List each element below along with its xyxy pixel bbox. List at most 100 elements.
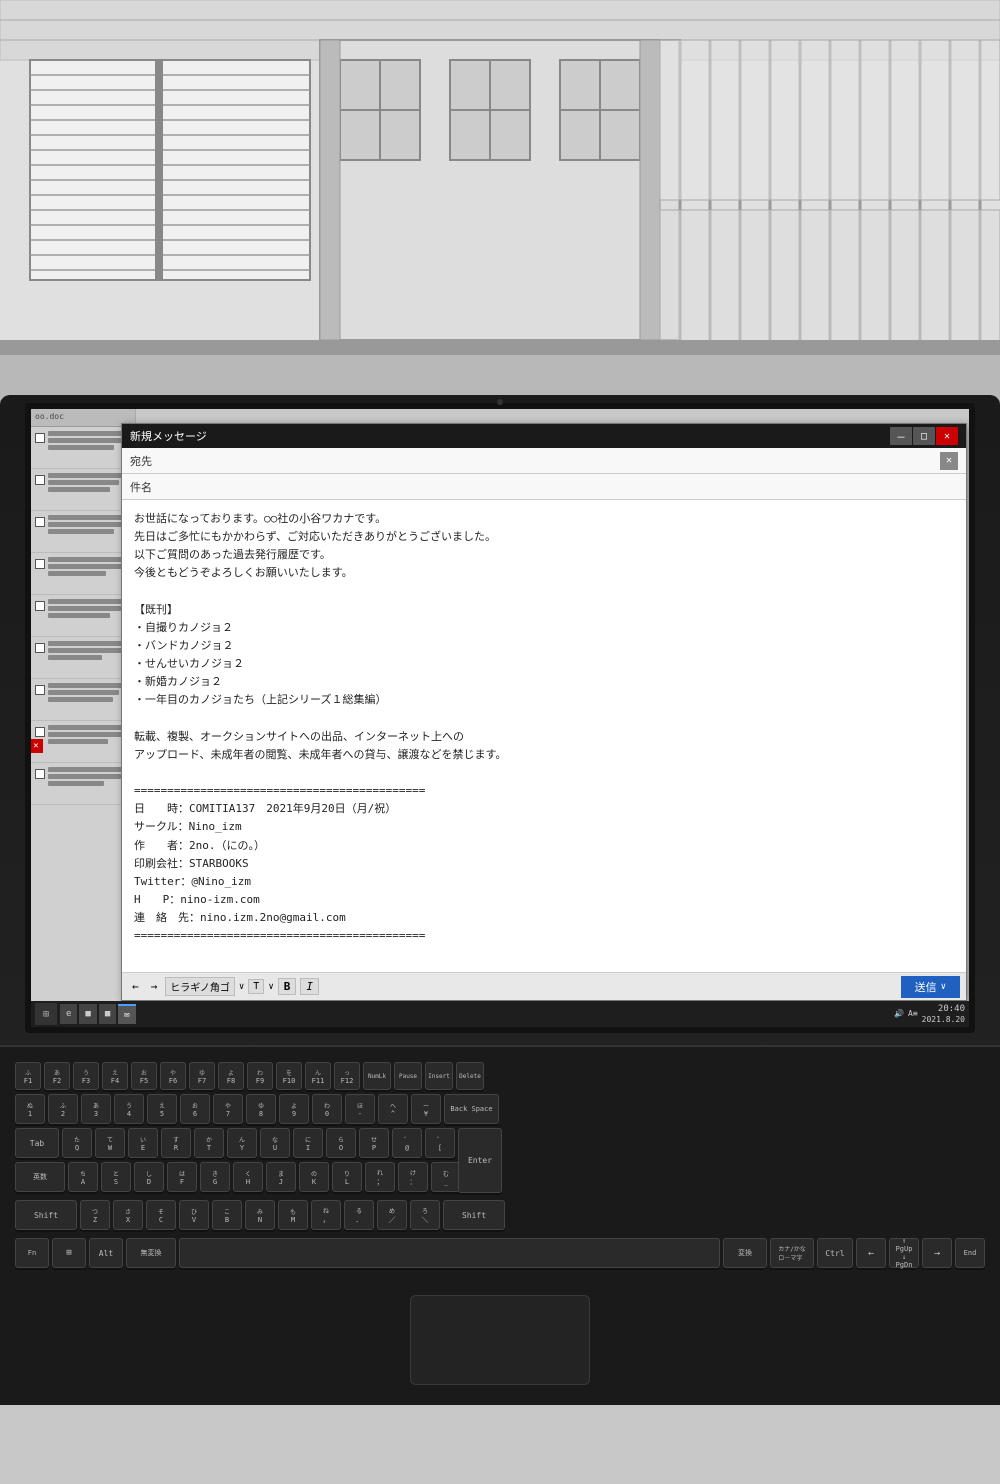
- font-dropdown-button[interactable]: ∨: [239, 982, 244, 992]
- key-y[interactable]: んY: [227, 1128, 257, 1158]
- key-henkan[interactable]: 変換: [723, 1238, 767, 1268]
- key-comma[interactable]: ね，: [311, 1200, 341, 1230]
- key-numlk[interactable]: NumLk: [363, 1062, 391, 1090]
- to-close-button[interactable]: ✕: [940, 452, 958, 470]
- checkbox[interactable]: [35, 475, 45, 485]
- italic-button[interactable]: I: [300, 978, 319, 995]
- subject-input[interactable]: [170, 481, 958, 493]
- key-f3[interactable]: う F3: [73, 1062, 99, 1090]
- key-end[interactable]: End: [955, 1238, 985, 1268]
- key-z[interactable]: つZ: [80, 1200, 110, 1230]
- checkbox[interactable]: [35, 685, 45, 695]
- key-j[interactable]: まJ: [266, 1162, 296, 1192]
- checkbox[interactable]: [35, 517, 45, 527]
- checkbox[interactable]: [35, 727, 45, 737]
- key-r[interactable]: すR: [161, 1128, 191, 1158]
- key-0[interactable]: わ0: [312, 1094, 342, 1124]
- key-yen[interactable]: ー¥: [411, 1094, 441, 1124]
- key-pause[interactable]: Pause: [394, 1062, 422, 1090]
- checkbox[interactable]: [35, 769, 45, 779]
- key-5[interactable]: え5: [147, 1094, 177, 1124]
- key-2[interactable]: ふ2: [48, 1094, 78, 1124]
- key-a[interactable]: ちA: [68, 1162, 98, 1192]
- text-size-selector[interactable]: T: [248, 979, 264, 994]
- key-backspace[interactable]: Back Space: [444, 1094, 499, 1124]
- key-x[interactable]: さX: [113, 1200, 143, 1230]
- key-i[interactable]: にI: [293, 1128, 323, 1158]
- nav-back-button[interactable]: ←: [128, 978, 143, 995]
- bold-button[interactable]: B: [278, 978, 297, 995]
- start-button[interactable]: ⊞: [35, 1003, 57, 1025]
- key-o[interactable]: らO: [326, 1128, 356, 1158]
- key-1[interactable]: ぬ1: [15, 1094, 45, 1124]
- key-at[interactable]: ゛@: [392, 1128, 422, 1158]
- key-win[interactable]: ⊞: [52, 1238, 86, 1268]
- key-muhenkan[interactable]: 無変換: [126, 1238, 176, 1268]
- key-b[interactable]: こB: [212, 1200, 242, 1230]
- key-v[interactable]: ひV: [179, 1200, 209, 1230]
- key-colon[interactable]: け：: [398, 1162, 428, 1192]
- key-arrows-ud[interactable]: ↑PgUp↓PgDn: [889, 1238, 919, 1268]
- key-f6[interactable]: や F6: [160, 1062, 186, 1090]
- checkbox[interactable]: [35, 433, 45, 443]
- key-c[interactable]: そC: [146, 1200, 176, 1230]
- key-insert[interactable]: Insert: [425, 1062, 453, 1090]
- key-t[interactable]: かT: [194, 1128, 224, 1158]
- key-f10[interactable]: を F10: [276, 1062, 302, 1090]
- key-enter[interactable]: Enter: [458, 1128, 502, 1193]
- key-underscore[interactable]: む_: [431, 1162, 461, 1192]
- key-shift-l[interactable]: Shift: [15, 1200, 77, 1230]
- maximize-button[interactable]: □: [913, 427, 935, 445]
- key-alt-l[interactable]: Alt: [89, 1238, 123, 1268]
- to-input[interactable]: [170, 455, 940, 467]
- key-f12[interactable]: っ F12: [334, 1062, 360, 1090]
- key-f7[interactable]: ゆ F7: [189, 1062, 215, 1090]
- key-fn[interactable]: Fn: [15, 1238, 49, 1268]
- key-l[interactable]: りL: [332, 1162, 362, 1192]
- checkbox[interactable]: [35, 559, 45, 569]
- minimize-button[interactable]: －: [890, 427, 912, 445]
- send-button[interactable]: 送信 ∨: [901, 976, 960, 998]
- taskbar-item-app1[interactable]: ■: [79, 1004, 96, 1024]
- touchpad[interactable]: [410, 1295, 590, 1385]
- checkbox[interactable]: [35, 643, 45, 653]
- key-f[interactable]: はF: [167, 1162, 197, 1192]
- key-bracket-l[interactable]: ゜[: [425, 1128, 455, 1158]
- key-s[interactable]: とS: [101, 1162, 131, 1192]
- key-tab[interactable]: Tab: [15, 1128, 59, 1158]
- key-w[interactable]: てW: [95, 1128, 125, 1158]
- taskbar-item-app2[interactable]: ■: [99, 1004, 116, 1024]
- key-f11[interactable]: ん F11: [305, 1062, 331, 1090]
- key-caret[interactable]: へ^: [378, 1094, 408, 1124]
- key-9[interactable]: よ9: [279, 1094, 309, 1124]
- key-f8[interactable]: よ F8: [218, 1062, 244, 1090]
- key-6[interactable]: お6: [180, 1094, 210, 1124]
- key-semicolon[interactable]: れ；: [365, 1162, 395, 1192]
- key-minus[interactable]: ほ-: [345, 1094, 375, 1124]
- nav-forward-button[interactable]: →: [147, 978, 162, 995]
- key-shift-r[interactable]: Shift: [443, 1200, 505, 1230]
- key-n[interactable]: みN: [245, 1200, 275, 1230]
- key-f2[interactable]: あ F2: [44, 1062, 70, 1090]
- key-k[interactable]: のK: [299, 1162, 329, 1192]
- key-period[interactable]: る．: [344, 1200, 374, 1230]
- text-size-dropdown[interactable]: ∨: [268, 982, 273, 992]
- key-arrow-right[interactable]: →: [922, 1238, 952, 1268]
- key-eisu[interactable]: 英数: [15, 1162, 65, 1192]
- key-3[interactable]: あ3: [81, 1094, 111, 1124]
- key-arrow-left[interactable]: ←: [856, 1238, 886, 1268]
- key-space[interactable]: [179, 1238, 720, 1268]
- key-7[interactable]: や7: [213, 1094, 243, 1124]
- font-selector[interactable]: ヒラギノ角ゴ: [165, 977, 235, 996]
- key-f5[interactable]: お F5: [131, 1062, 157, 1090]
- key-d[interactable]: しD: [134, 1162, 164, 1192]
- send-dropdown-icon[interactable]: ∨: [941, 982, 946, 992]
- checkbox[interactable]: [35, 601, 45, 611]
- key-u[interactable]: なU: [260, 1128, 290, 1158]
- email-body[interactable]: お世話になっております。○○社の小谷ワカナです。 先日はご多忙にもかかわらず、ご…: [122, 500, 966, 972]
- key-ctrl-r[interactable]: Ctrl: [817, 1238, 853, 1268]
- key-f1[interactable]: ふ F1: [15, 1062, 41, 1090]
- key-slash[interactable]: め／: [377, 1200, 407, 1230]
- key-f9[interactable]: わ F9: [247, 1062, 273, 1090]
- key-f4[interactable]: え F4: [102, 1062, 128, 1090]
